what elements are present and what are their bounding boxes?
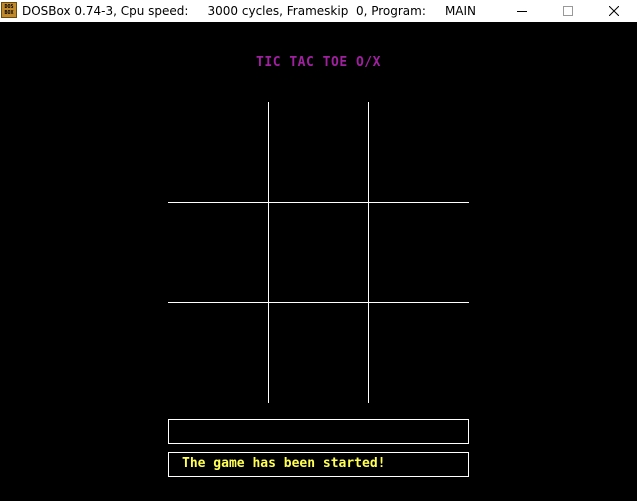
grid-line-vertical-1 <box>268 102 269 403</box>
window-title: DOSBox 0.74-3, Cpu speed: 3000 cycles, F… <box>22 4 477 18</box>
dosbox-window: DOS BOX DOSBox 0.74-3, Cpu speed: 3000 c… <box>0 0 637 501</box>
board-cell-7[interactable] <box>168 303 267 402</box>
grid-line-horizontal-2 <box>168 302 469 303</box>
maximize-button[interactable] <box>545 0 591 22</box>
game-title: TIC TAC TOE O/X <box>256 55 381 70</box>
dosbox-icon[interactable]: DOS BOX <box>1 2 17 18</box>
title-bar[interactable]: DOS BOX DOSBox 0.74-3, Cpu speed: 3000 c… <box>0 0 637 22</box>
board-cell-1[interactable] <box>168 102 267 201</box>
board-cell-2[interactable] <box>269 102 368 201</box>
close-button[interactable] <box>591 0 637 22</box>
minimize-icon <box>517 11 527 12</box>
board-cell-8[interactable] <box>269 303 368 402</box>
grid-line-vertical-2 <box>368 102 369 403</box>
board-cell-9[interactable] <box>369 303 468 402</box>
board-cell-3[interactable] <box>369 102 468 201</box>
maximize-icon <box>563 6 573 16</box>
close-icon <box>609 6 619 16</box>
board-cell-6[interactable] <box>369 203 468 302</box>
dos-screen[interactable]: TIC TAC TOE O/X The game has been starte… <box>0 22 637 501</box>
status-box: The game has been started! <box>168 452 469 477</box>
grid-line-horizontal-1 <box>168 202 469 203</box>
icon-text-bottom: BOX <box>4 10 14 16</box>
tic-tac-toe-board <box>168 102 469 403</box>
minimize-button[interactable] <box>499 0 545 22</box>
board-cell-5[interactable] <box>269 203 368 302</box>
board-cell-4[interactable] <box>168 203 267 302</box>
move-input-box[interactable] <box>168 419 469 444</box>
status-message: The game has been started! <box>182 456 386 471</box>
